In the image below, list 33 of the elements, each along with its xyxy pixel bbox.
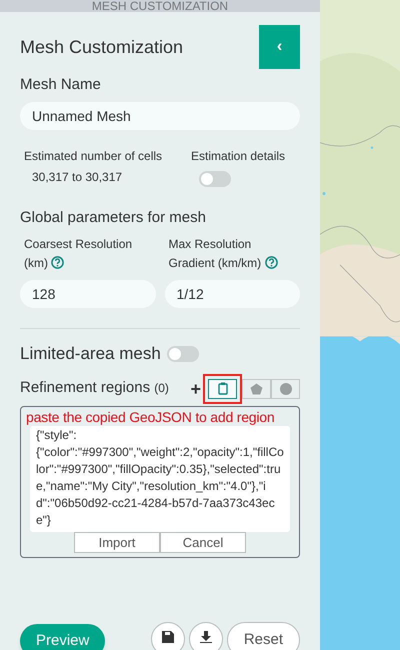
parameter-label: Coarsest Resolution (km) xyxy=(23,236,134,272)
circle-icon xyxy=(280,382,292,394)
reset-button[interactable]: Reset xyxy=(226,622,300,650)
limited-area-label: Limited-area mesh xyxy=(20,343,161,365)
save-button[interactable] xyxy=(150,622,185,650)
mesh-name-field[interactable]: Unnamed Mesh xyxy=(20,102,300,130)
download-icon xyxy=(200,631,212,643)
form-button[interactable]: Cancel xyxy=(160,532,246,552)
clipboard-icon xyxy=(218,382,228,395)
tool-button[interactable] xyxy=(208,378,237,398)
help-icon[interactable] xyxy=(51,256,64,269)
tool-button[interactable] xyxy=(271,378,300,398)
geojson-field[interactable]: {"style": {"color":"#997300","weight":2,"opacity":1,"fillColor":"#997300","fillOpacity":0.35},"selected":true,"name":"My City","resolution_km":"4.0"},"id":"06b50d92-cc21-4284-b57d-7aa373c43ece"} xyxy=(30,426,290,532)
estimate-label: Estimated number of cells xyxy=(24,148,164,164)
download-button[interactable] xyxy=(188,622,223,650)
form-button[interactable]: Import xyxy=(74,532,160,552)
section-heading: Global parameters for mesh xyxy=(20,208,207,228)
toggle-switch[interactable] xyxy=(166,346,199,362)
tool-button[interactable] xyxy=(242,378,271,398)
estimation-details-label: Estimation details xyxy=(191,148,286,164)
toggle-switch[interactable] xyxy=(199,170,231,186)
panel-title: Mesh Customization xyxy=(20,36,184,58)
parameter-field[interactable]: 1/12 xyxy=(164,280,300,308)
help-icon[interactable] xyxy=(264,256,278,269)
top-bar-title: MESH CUSTOMIZATION xyxy=(92,0,228,12)
annotation-text: paste the copied GeoJSON to add region xyxy=(26,408,274,426)
estimate-value: 30,317 to 30,317 xyxy=(31,168,124,186)
pentagon-icon xyxy=(250,382,263,394)
parameter-field[interactable]: 128 xyxy=(20,280,156,308)
field-label: Mesh Name xyxy=(20,75,102,95)
refinement-label: Refinement regions (0) xyxy=(20,378,169,398)
add-button[interactable]: + xyxy=(190,380,201,398)
parameter-label: Max Resolution Gradient (km/km) xyxy=(164,235,300,275)
